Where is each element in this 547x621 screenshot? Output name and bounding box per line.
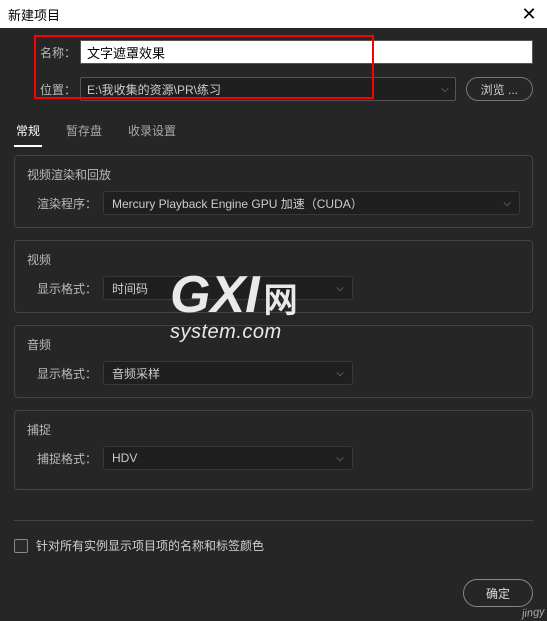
tabs-bar: 常规 暂存盘 收录设置	[0, 114, 547, 147]
window-titlebar: 新建项目 ✕	[0, 0, 547, 28]
general-panel: 视频渲染和回放 渲染程序： Mercury Playback Engine GP…	[0, 147, 547, 510]
project-name-input[interactable]	[80, 40, 533, 64]
video-render-title: 视频渲染和回放	[27, 166, 520, 183]
checkbox-label: 针对所有实例显示项目项的名称和标签颜色	[36, 537, 264, 554]
audio-group: 音频 显示格式： 音频采样 ⌵	[14, 325, 533, 398]
capture-group: 捕捉 捕捉格式： HDV ⌵	[14, 410, 533, 490]
name-label: 名称：	[14, 44, 80, 61]
location-row: 位置： E:\我收集的资源\PR\练习 ⌵ 浏览 ...	[14, 77, 533, 101]
audio-format-select[interactable]: 音频采样 ⌵	[103, 361, 353, 385]
video-format-select[interactable]: 时间码 ⌵	[103, 276, 353, 300]
renderer-select[interactable]: Mercury Playback Engine GPU 加速（CUDA） ⌵	[103, 191, 520, 215]
divider	[14, 520, 533, 521]
project-location-select[interactable]: E:\我收集的资源\PR\练习 ⌵	[80, 77, 456, 101]
chevron-down-icon: ⌵	[336, 453, 344, 464]
renderer-value: Mercury Playback Engine GPU 加速（CUDA）	[112, 195, 363, 212]
checkbox-icon[interactable]	[14, 539, 28, 553]
capture-format-value: HDV	[112, 451, 137, 465]
capture-format-label: 捕捉格式：	[27, 450, 97, 467]
video-render-group: 视频渲染和回放 渲染程序： Mercury Playback Engine GP…	[14, 155, 533, 228]
audio-format-label: 显示格式：	[27, 365, 97, 382]
window-title: 新建项目	[8, 5, 60, 24]
corner-watermark: jingy	[522, 606, 546, 620]
location-label: 位置：	[14, 81, 80, 98]
audio-title: 音频	[27, 336, 520, 353]
name-row: 名称：	[14, 40, 533, 64]
tab-ingest[interactable]: 收录设置	[126, 118, 178, 147]
audio-format-value: 音频采样	[112, 365, 160, 382]
dialog-footer: 确定	[463, 579, 533, 607]
chevron-down-icon: ⌵	[441, 84, 449, 95]
ok-button[interactable]: 确定	[463, 579, 533, 607]
video-title: 视频	[27, 251, 520, 268]
instance-color-checkbox-row[interactable]: 针对所有实例显示项目项的名称和标签颜色	[0, 531, 547, 560]
browse-button[interactable]: 浏览 ...	[466, 77, 533, 101]
close-icon[interactable]: ✕	[519, 4, 539, 25]
tab-general[interactable]: 常规	[14, 118, 42, 147]
video-group: 视频 显示格式： 时间码 ⌵	[14, 240, 533, 313]
video-format-label: 显示格式：	[27, 280, 97, 297]
chevron-down-icon: ⌵	[336, 283, 344, 294]
chevron-down-icon: ⌵	[336, 368, 344, 379]
renderer-label: 渲染程序：	[27, 195, 97, 212]
capture-title: 捕捉	[27, 421, 520, 438]
tab-scratch[interactable]: 暂存盘	[64, 118, 104, 147]
video-format-value: 时间码	[112, 280, 148, 297]
location-value: E:\我收集的资源\PR\练习	[87, 81, 221, 98]
capture-format-select[interactable]: HDV ⌵	[103, 446, 353, 470]
chevron-down-icon: ⌵	[503, 198, 511, 209]
